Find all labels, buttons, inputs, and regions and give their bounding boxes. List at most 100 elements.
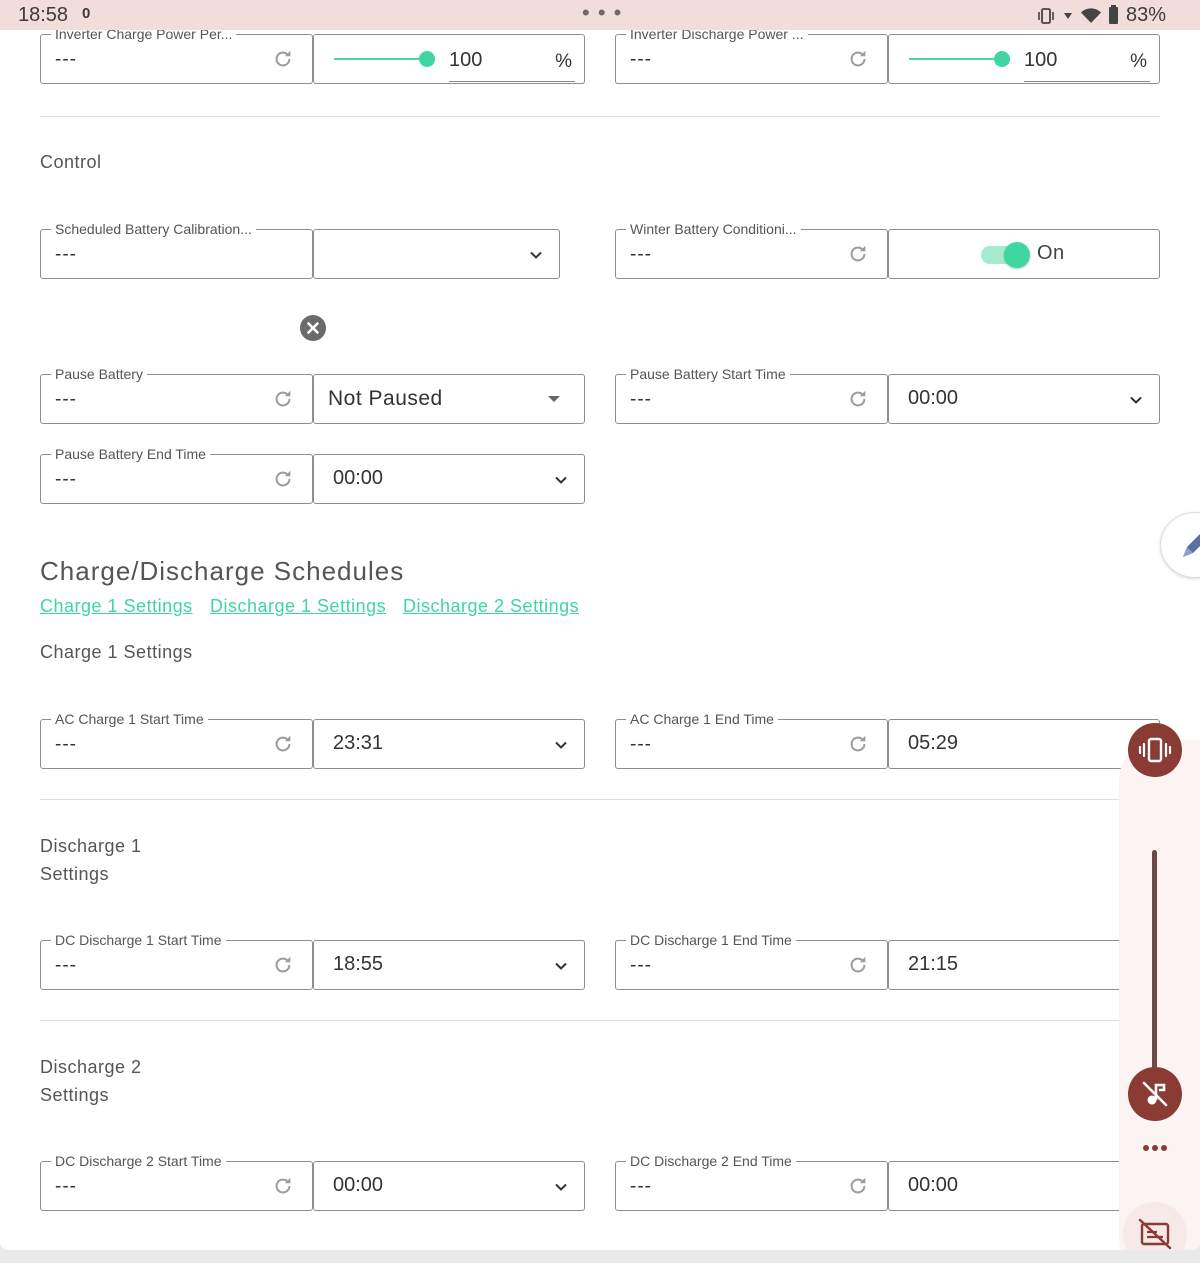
field-label: Inverter Charge Power Per... xyxy=(51,30,237,42)
ac-charge-1-end-field: AC Charge 1 End Time --- xyxy=(615,711,888,769)
calibration-field: Scheduled Battery Calibration... --- xyxy=(40,221,313,279)
volume-panel xyxy=(1119,723,1200,1250)
ac-charge-1-end-select[interactable]: 05:29 xyxy=(888,719,1160,769)
field-label: DC Discharge 2 End Time xyxy=(626,1153,796,1169)
divider xyxy=(40,116,1160,117)
pause-start-select[interactable]: 00:00 xyxy=(888,374,1160,424)
pause-battery-select[interactable]: Not Paused xyxy=(313,374,585,424)
pause-end-select[interactable]: 00:00 xyxy=(313,454,585,504)
signal-icon xyxy=(1063,12,1072,19)
heading-line: Settings xyxy=(40,1085,110,1105)
input-underline xyxy=(1024,81,1150,82)
input-underline xyxy=(449,81,575,82)
heading-line: Settings xyxy=(40,864,110,884)
slider-track[interactable] xyxy=(909,58,1001,60)
select-value: 00:00 xyxy=(333,1174,384,1196)
settings-page: Inverter Charge Power Per... --- 100 % I… xyxy=(0,30,1200,1250)
pencil-icon xyxy=(1183,534,1200,557)
dc-discharge-2-end-field: DC Discharge 2 End Time --- xyxy=(615,1153,888,1211)
field-label: Pause Battery End Time xyxy=(51,446,210,462)
inverter-charge-power-field: Inverter Charge Power Per... --- xyxy=(40,30,313,84)
chevron-down-icon xyxy=(555,476,567,484)
vibrate-button[interactable] xyxy=(1128,723,1182,777)
refresh-icon[interactable] xyxy=(847,243,869,265)
field-value: --- xyxy=(630,1176,652,1197)
link-discharge-2-settings[interactable]: Discharge 2 Settings xyxy=(403,596,579,617)
link-charge-1-settings[interactable]: Charge 1 Settings xyxy=(40,596,193,617)
mute-button[interactable] xyxy=(1128,1067,1182,1121)
field-value: --- xyxy=(55,955,77,976)
field-value: --- xyxy=(55,469,77,490)
slider-track[interactable] xyxy=(334,58,426,60)
select-value: 21:15 xyxy=(908,953,959,975)
refresh-icon[interactable] xyxy=(847,954,869,976)
percent-unit: % xyxy=(1130,51,1147,72)
field-label: Scheduled Battery Calibration... xyxy=(51,221,256,237)
chevron-down-icon xyxy=(555,741,567,749)
heading-line: Discharge 1 xyxy=(40,836,142,856)
refresh-icon[interactable] xyxy=(847,48,869,70)
select-value: 00:00 xyxy=(333,467,384,489)
schedules-heading: Charge/Discharge Schedules xyxy=(40,556,405,586)
window-handle[interactable]: • • • xyxy=(582,0,622,26)
field-value: --- xyxy=(55,49,77,70)
refresh-icon[interactable] xyxy=(847,388,869,410)
music-off-icon xyxy=(1142,1081,1168,1107)
status-bar: 18:58 0 • • • 83% xyxy=(0,0,1200,30)
refresh-icon[interactable] xyxy=(272,733,294,755)
select-value: 00:00 xyxy=(908,387,959,409)
field-value: --- xyxy=(55,389,77,410)
select-value: Not Paused xyxy=(328,387,443,410)
toggle-thumb[interactable] xyxy=(1004,242,1030,268)
discharge-2-heading: Discharge 2 Settings xyxy=(40,1053,142,1109)
winter-conditioning-toggle[interactable]: On xyxy=(888,229,1160,279)
notification-count: 0 xyxy=(82,5,91,22)
field-label: Inverter Discharge Power ... xyxy=(626,30,808,42)
field-label: AC Charge 1 End Time xyxy=(626,711,778,727)
toggle-label: On xyxy=(1037,242,1065,264)
battery-percent: 83% xyxy=(1125,4,1166,26)
vibrate-status-icon xyxy=(1038,7,1054,24)
captions-button[interactable] xyxy=(1123,1202,1187,1250)
pause-end-field: Pause Battery End Time --- xyxy=(40,446,313,504)
field-value: --- xyxy=(630,734,652,755)
refresh-icon[interactable] xyxy=(847,733,869,755)
refresh-icon[interactable] xyxy=(847,1175,869,1197)
status-icons: 83% xyxy=(1037,4,1166,27)
field-label: DC Discharge 1 End Time xyxy=(626,932,796,948)
clear-icon[interactable] xyxy=(300,315,326,341)
dropdown-caret-icon xyxy=(548,396,560,402)
dc-discharge-1-start-field: DC Discharge 1 Start Time --- xyxy=(40,932,313,990)
percent-input[interactable]: 100 xyxy=(449,49,482,72)
chevron-down-icon xyxy=(1130,396,1142,404)
refresh-icon[interactable] xyxy=(272,954,294,976)
calibration-select[interactable] xyxy=(313,229,560,279)
field-label: AC Charge 1 Start Time xyxy=(51,711,208,727)
dc-discharge-2-start-select[interactable]: 00:00 xyxy=(313,1161,585,1211)
edit-button[interactable] xyxy=(1160,512,1200,578)
volume-slider[interactable] xyxy=(1152,850,1157,1070)
link-discharge-1-settings[interactable]: Discharge 1 Settings xyxy=(210,596,386,617)
refresh-icon[interactable] xyxy=(272,48,294,70)
dc-discharge-1-start-select[interactable]: 18:55 xyxy=(313,940,585,990)
field-value: --- xyxy=(630,244,652,265)
refresh-icon[interactable] xyxy=(272,468,294,490)
field-label: Winter Battery Conditioni... xyxy=(626,221,801,237)
refresh-icon[interactable] xyxy=(272,388,294,410)
field-label: Pause Battery Start Time xyxy=(626,366,790,382)
select-value: 00:00 xyxy=(908,1174,959,1196)
discharge-1-heading: Discharge 1 Settings xyxy=(40,832,142,888)
percent-input[interactable]: 100 xyxy=(1024,49,1057,72)
wifi-icon xyxy=(1080,7,1101,23)
refresh-icon[interactable] xyxy=(272,1175,294,1197)
select-value: 18:55 xyxy=(333,953,384,975)
dc-discharge-2-start-field: DC Discharge 2 Start Time --- xyxy=(40,1153,313,1211)
divider xyxy=(40,799,1120,800)
field-value: --- xyxy=(55,734,77,755)
field-value: --- xyxy=(55,1176,77,1197)
more-horizontal-icon[interactable] xyxy=(1141,1138,1169,1158)
ac-charge-1-start-select[interactable]: 23:31 xyxy=(313,719,585,769)
slider-thumb[interactable] xyxy=(994,51,1010,67)
pause-start-field: Pause Battery Start Time --- xyxy=(615,366,888,424)
slider-thumb[interactable] xyxy=(419,51,435,67)
